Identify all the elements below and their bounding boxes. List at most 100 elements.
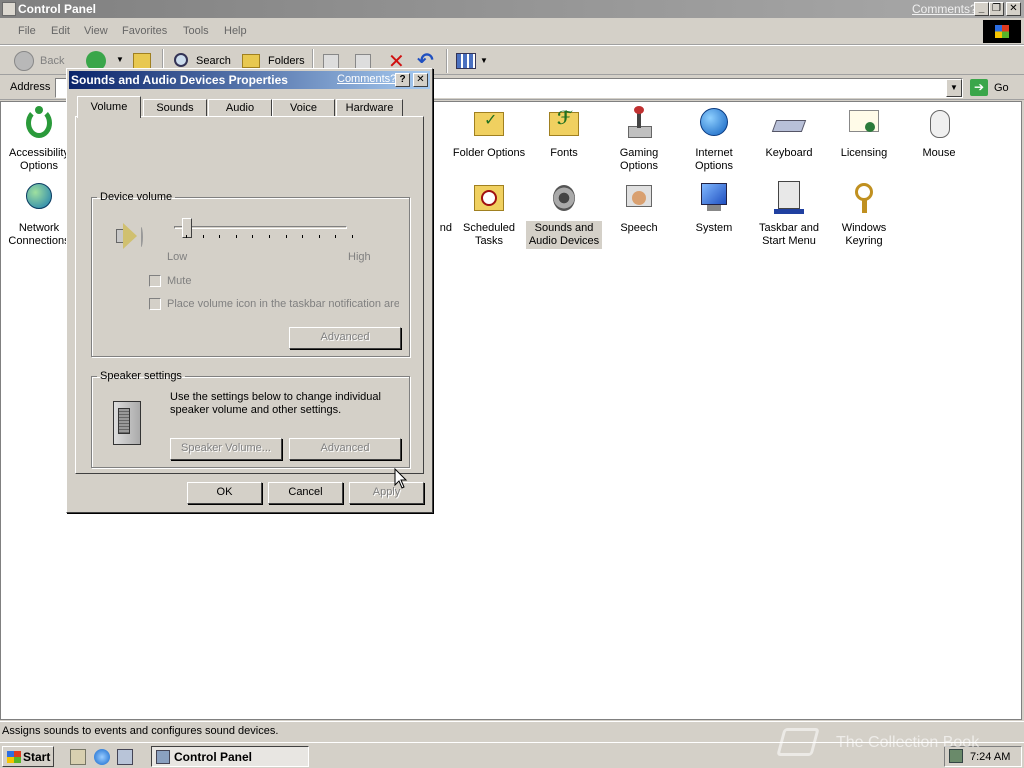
slider-tick — [219, 235, 221, 238]
cancel-button[interactable]: Cancel — [268, 482, 343, 504]
speaker-volume-button[interactable]: Speaker Volume... — [170, 438, 282, 460]
slider-tick — [318, 235, 320, 238]
volume-speaker-icon — [110, 219, 146, 255]
tab-audio[interactable]: Audio — [208, 99, 272, 117]
minimize-button[interactable]: _ — [974, 2, 989, 16]
slider-tick — [235, 235, 237, 238]
close-button[interactable]: ✕ — [1006, 2, 1021, 16]
icon-mouse[interactable]: Mouse — [901, 106, 977, 161]
icon-folder-options[interactable]: ✓ Folder Options — [451, 106, 527, 161]
icon-sounds-audio-devices[interactable]: Sounds and Audio Devices — [526, 181, 602, 249]
menu-edit[interactable]: Edit — [51, 25, 70, 37]
icon-label: Folder Options — [452, 147, 526, 159]
dialog-close-button[interactable]: ✕ — [413, 73, 428, 87]
place-volume-icon-checkbox[interactable] — [149, 298, 161, 310]
icon-gaming-options[interactable]: Gaming Options — [601, 106, 677, 174]
menu-tools[interactable]: Tools — [183, 25, 209, 37]
dialog-title: Sounds and Audio Devices Properties — [71, 73, 288, 87]
mute-label: Mute — [167, 275, 192, 287]
start-button[interactable]: Start — [2, 746, 54, 767]
certificate-icon — [847, 106, 881, 140]
comments-link[interactable]: Comments? — [912, 2, 977, 16]
views-button[interactable]: ▼ — [454, 51, 490, 73]
tab-volume[interactable]: Volume — [77, 96, 141, 118]
forward-dropdown-icon: ▼ — [116, 55, 124, 64]
volume-low-label: Low — [167, 251, 188, 263]
ok-button[interactable]: OK — [187, 482, 262, 504]
go-arrow-icon: ➔ — [970, 79, 988, 96]
address-dropdown-button[interactable]: ▼ — [946, 79, 962, 97]
go-label: Go — [994, 82, 1009, 94]
scheduled-tasks-icon — [472, 181, 506, 215]
folder-options-icon: ✓ — [472, 106, 506, 140]
icon-label: Mouse — [922, 147, 956, 159]
taskbar-button-label: Control Panel — [174, 750, 253, 764]
dialog-titlebar[interactable]: Sounds and Audio Devices Properties Comm… — [69, 71, 430, 89]
menu-file[interactable]: File — [18, 25, 36, 37]
speaker-advanced-button[interactable]: Advanced — [289, 438, 401, 460]
window-titlebar[interactable]: Control Panel Comments? _ ❐ ✕ — [0, 0, 1024, 18]
taskbar-icon — [772, 181, 806, 215]
icon-label: System — [695, 222, 733, 234]
speech-icon — [622, 181, 656, 215]
show-desktop-icon[interactable] — [70, 749, 86, 765]
views-dropdown-icon: ▼ — [480, 56, 488, 65]
volume-tab-panel: Device volume Low High Mute Place volume… — [75, 116, 424, 474]
icon-label: Scheduled Tasks — [463, 222, 515, 247]
folders-icon — [242, 54, 260, 68]
help-button[interactable]: ? — [395, 73, 410, 87]
icon-label: Internet Options — [695, 147, 733, 172]
tab-voice[interactable]: Voice — [272, 99, 335, 117]
slider-tick — [302, 235, 304, 238]
internet-explorer-icon[interactable] — [94, 749, 110, 765]
device-advanced-button[interactable]: Advanced — [289, 327, 401, 349]
toolbar-separator — [446, 49, 448, 73]
windows-logo-icon — [983, 20, 1021, 43]
watermark-text: The Collection Book — [836, 734, 980, 751]
icon-fonts[interactable]: ℱ Fonts — [526, 106, 602, 161]
menu-help[interactable]: Help — [224, 25, 247, 37]
speaker-settings-legend: Speaker settings — [100, 370, 182, 382]
icon-internet-options[interactable]: Internet Options — [676, 106, 752, 174]
icon-licensing[interactable]: Licensing — [826, 106, 902, 161]
explorer-icon[interactable] — [117, 749, 133, 765]
volume-slider-track[interactable] — [174, 226, 347, 229]
icon-windows-keyring[interactable]: Windows Keyring — [826, 181, 902, 249]
tab-sounds[interactable]: Sounds — [143, 99, 207, 117]
icon-keyboard[interactable]: Keyboard — [751, 106, 827, 161]
icon-taskbar-start-menu[interactable]: Taskbar and Start Menu — [751, 181, 827, 249]
icon-label: Keyboard — [765, 147, 813, 159]
system-icon — [697, 181, 731, 215]
volume-high-label: High — [348, 251, 371, 263]
mouse-icon — [922, 106, 956, 140]
mute-checkbox[interactable] — [149, 275, 161, 287]
icon-scheduled-tasks[interactable]: Scheduled Tasks — [451, 181, 527, 249]
globe-icon — [697, 106, 731, 140]
keyboard-icon — [771, 106, 807, 140]
restore-button[interactable]: ❐ — [989, 2, 1004, 16]
menu-favorites[interactable]: Favorites — [122, 25, 167, 37]
icon-speech[interactable]: Speech — [601, 181, 677, 236]
icon-label: Windows Keyring — [841, 222, 887, 247]
folders-label: Folders — [268, 55, 305, 67]
tab-hardware[interactable]: Hardware — [336, 99, 403, 117]
go-button[interactable]: ➔ Go — [968, 78, 1018, 98]
book-icon — [776, 728, 820, 756]
accessibility-icon — [22, 106, 56, 140]
apply-button[interactable]: Apply — [349, 482, 424, 504]
icon-label: Fonts — [550, 147, 578, 159]
slider-tick — [252, 235, 254, 238]
dialog-comments-link[interactable]: Comments? — [337, 73, 396, 85]
fonts-icon: ℱ — [547, 106, 581, 140]
menu-view[interactable]: View — [84, 25, 108, 37]
slider-tick — [335, 235, 337, 238]
keyring-icon — [847, 181, 881, 215]
icon-label: Speech — [620, 222, 658, 234]
sounds-audio-properties-dialog: Sounds and Audio Devices Properties Comm… — [66, 68, 433, 513]
search-label: Search — [196, 55, 231, 67]
taskbar-control-panel-button[interactable]: Control Panel — [151, 746, 309, 767]
icon-system[interactable]: System — [676, 181, 752, 236]
volume-slider-thumb[interactable] — [182, 218, 192, 238]
place-volume-icon-label: Place volume icon in the taskbar notific… — [167, 298, 399, 310]
address-label: Address — [10, 81, 51, 93]
